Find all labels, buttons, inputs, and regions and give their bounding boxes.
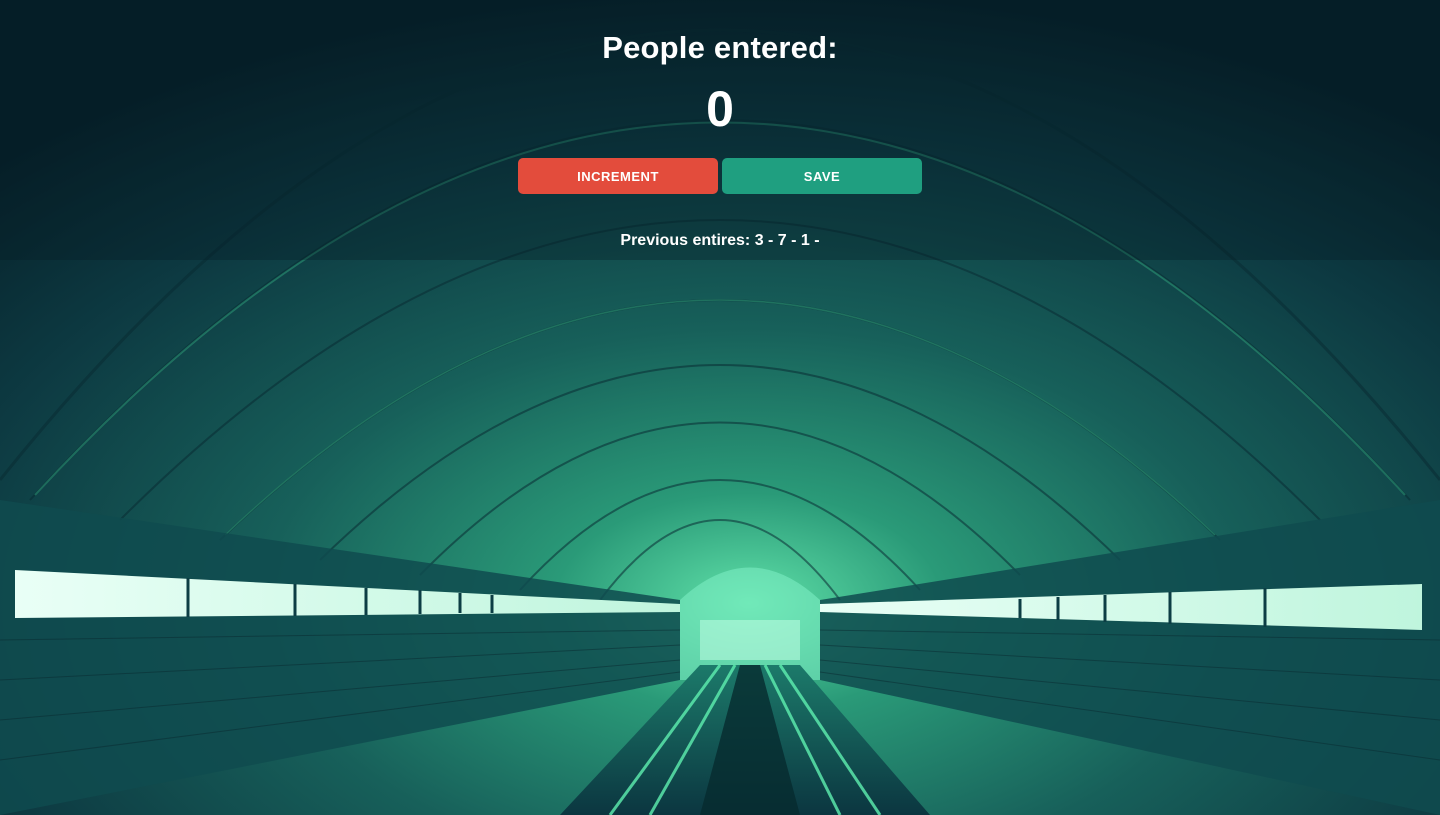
save-button[interactable]: SAVE bbox=[722, 158, 922, 194]
increment-button[interactable]: INCREMENT bbox=[518, 158, 718, 194]
previous-entries-values: 3 - 7 - 1 - bbox=[754, 232, 820, 249]
previous-entries-label: Previous entires: bbox=[620, 232, 755, 249]
counter-heading: People entered: bbox=[602, 30, 838, 65]
previous-entries: Previous entires: 3 - 7 - 1 - bbox=[0, 232, 1440, 250]
people-count: 0 bbox=[706, 81, 734, 137]
